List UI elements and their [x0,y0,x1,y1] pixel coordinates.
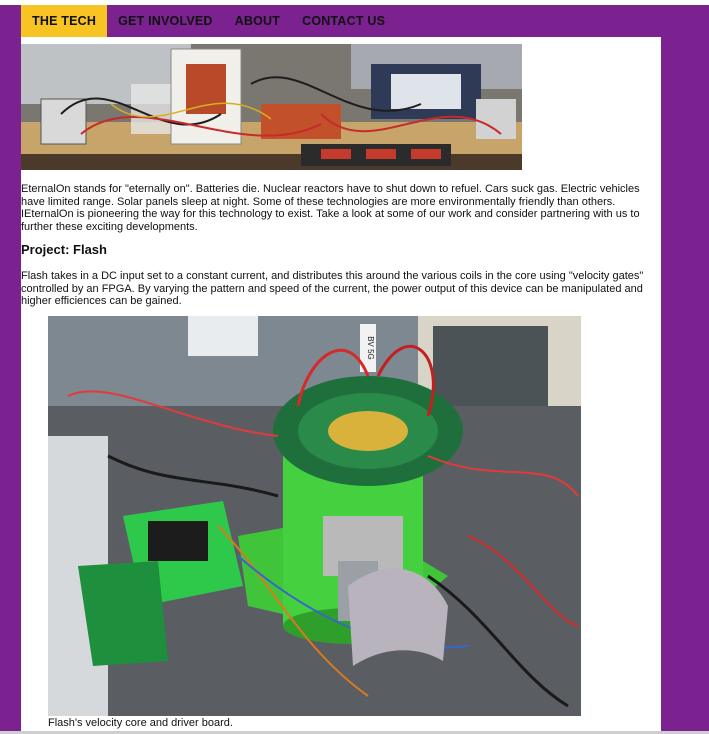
hero-lab-image [21,44,522,170]
intro-paragraph: EternalOn stands for "eternally on". Bat… [21,183,640,233]
project-heading: Project: Flash [21,242,107,257]
main-nav: THE TECH GET INVOLVED ABOUT CONTACT US [21,5,396,37]
project-description: Flash takes in a DC input set to a const… [21,270,644,308]
nav-item-contact-us[interactable]: CONTACT US [291,5,396,37]
nav-item-about[interactable]: ABOUT [224,5,291,37]
photo-caption: Flash's velocity core and driver board. [48,717,233,729]
content-area: EternalOn stands for "eternally on". Bat… [21,37,661,734]
nav-item-the-tech[interactable]: THE TECH [21,5,108,37]
nav-item-get-involved[interactable]: GET INVOLVED [107,5,224,37]
photo-label-tag: BV 5G [366,336,375,360]
flash-core-photo: BV 5G [48,316,581,716]
